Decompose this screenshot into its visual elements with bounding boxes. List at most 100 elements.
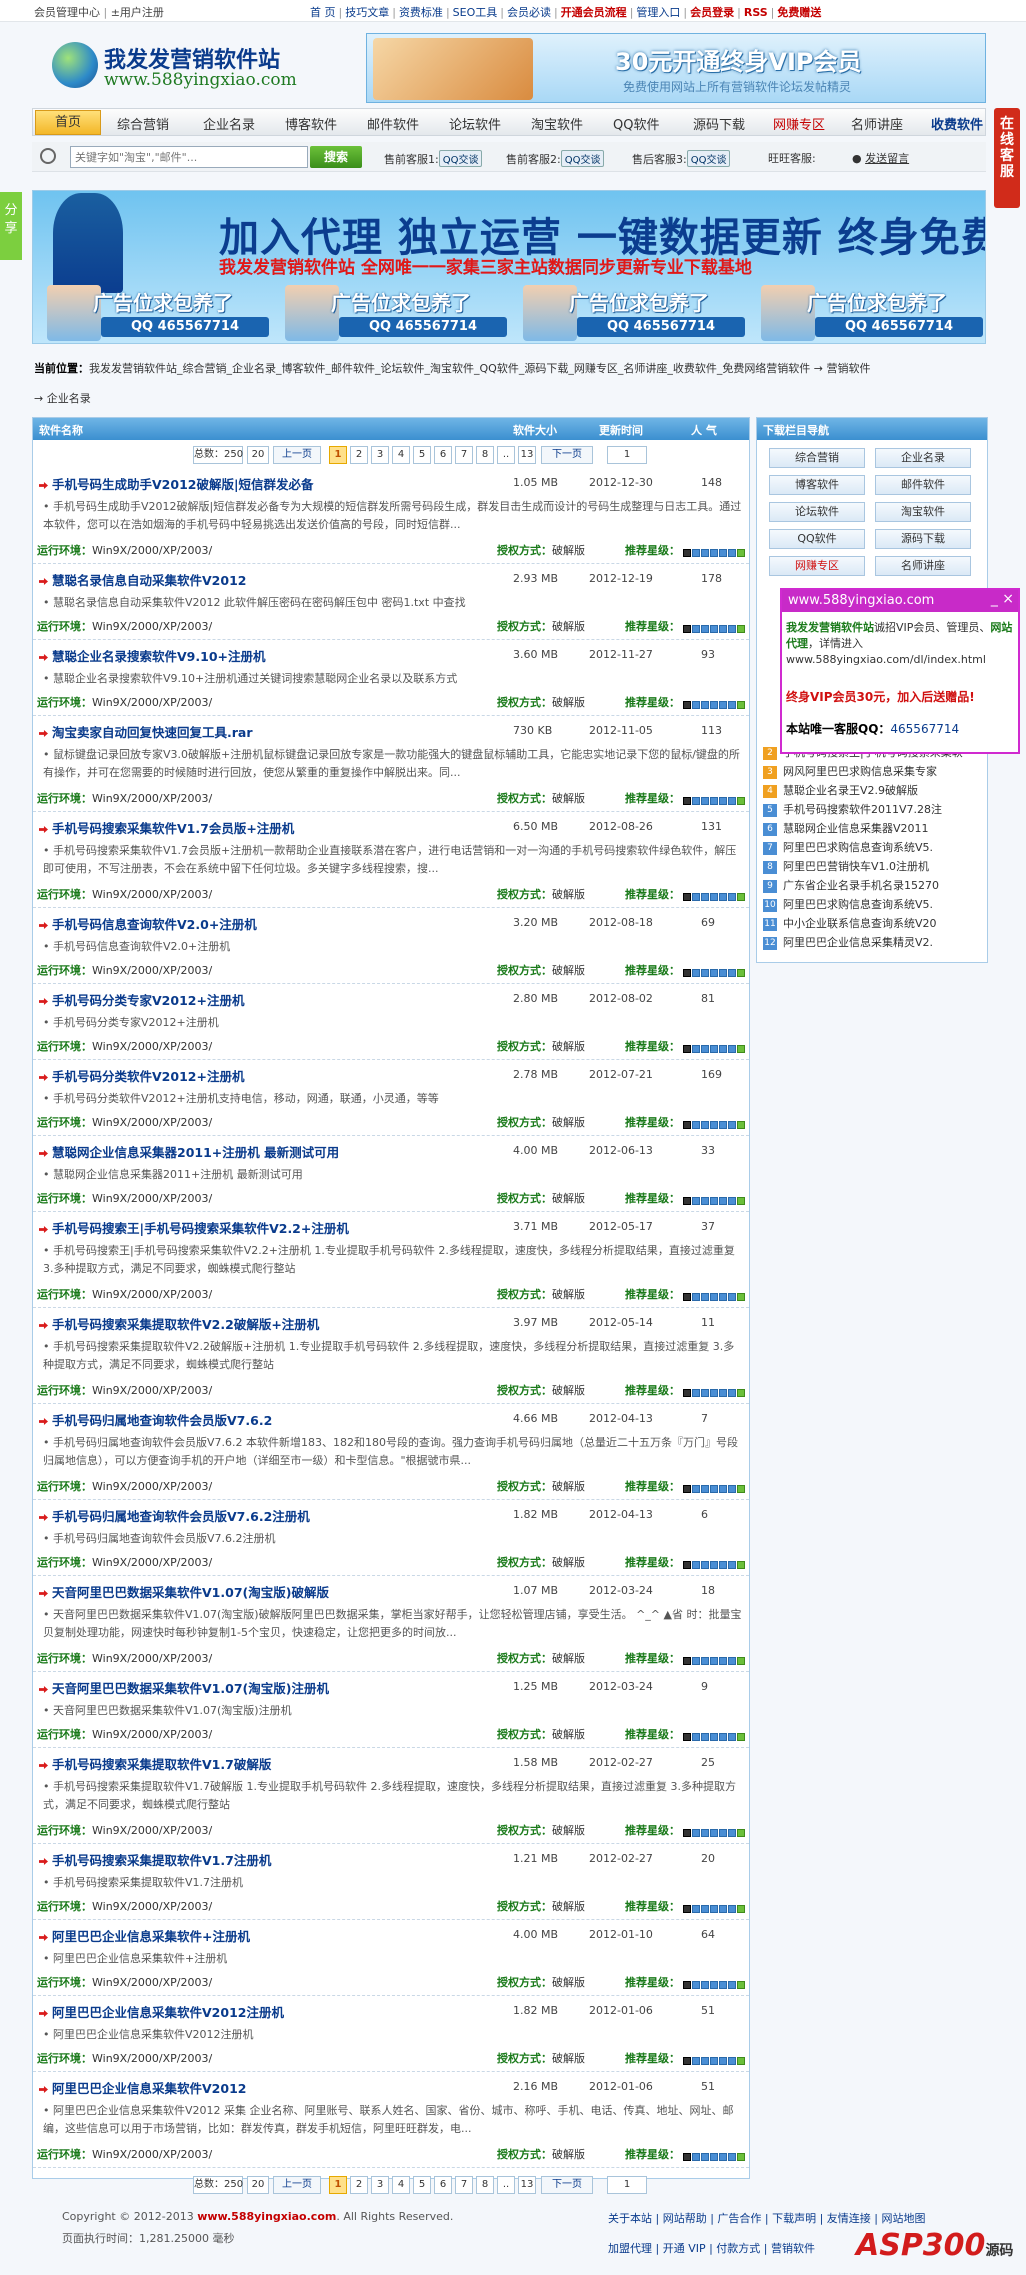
pager-prev[interactable]: 上一页: [273, 446, 321, 464]
software-title-link[interactable]: 阿里巴巴企业信息采集软件+注册机: [39, 1926, 250, 1945]
software-title-link[interactable]: 手机号码搜索采集提取软件V1.7注册机: [39, 1850, 271, 1869]
sidebar-category[interactable]: 源码下载: [875, 529, 971, 549]
footer-links-2[interactable]: 加盟代理 | 开通 VIP | 付款方式 | 营销软件: [608, 2240, 815, 2256]
ranking-item[interactable]: 4 慧聪企业名录王V2.9破解版: [763, 782, 983, 800]
software-title-link[interactable]: 手机号码分类软件V2012+注册机: [39, 1066, 244, 1085]
nav-item[interactable]: 博客软件: [285, 114, 337, 133]
software-title-link[interactable]: 手机号码归属地查询软件会员版V7.6.2注册机: [39, 1506, 310, 1525]
ranking-item[interactable]: 8 阿里巴巴营销快车V1.0注册机: [763, 858, 983, 876]
nav-item[interactable]: QQ软件: [613, 114, 659, 133]
pager-page[interactable]: 6: [434, 446, 452, 464]
pager-page[interactable]: 1: [329, 446, 347, 464]
ad-slot[interactable]: 广告位求包养了 QQ 465567714: [757, 283, 985, 341]
site-logo[interactable]: 我发发营销软件站 www.588yingxiao.com: [48, 36, 348, 100]
sidebar-category[interactable]: 名师讲座: [875, 556, 971, 576]
software-title-link[interactable]: 手机号码归属地查询软件会员版V7.6.2: [39, 1410, 272, 1429]
pager-page[interactable]: 7: [455, 446, 473, 464]
rating-stars: [683, 1730, 747, 1741]
vip-banner[interactable]: 30元开通终身VIP会员 免费使用网站上所有营销软件论坛发帖精灵: [366, 33, 986, 103]
search-button[interactable]: 搜索: [310, 146, 362, 168]
nav-item[interactable]: 企业名录: [203, 114, 255, 133]
pager-page[interactable]: 13: [518, 446, 536, 464]
pager-page[interactable]: 2: [350, 446, 368, 464]
pager-page[interactable]: 5: [413, 446, 431, 464]
nav-item[interactable]: 邮件软件: [367, 114, 419, 133]
ranking-item[interactable]: 7 阿里巴巴求购信息查询系统V5.: [763, 839, 983, 857]
breadcrumb-path[interactable]: 我发发营销软件站_综合营销_企业名录_博客软件_邮件软件_论坛软件_淘宝软件_Q…: [89, 362, 871, 375]
sidebar-category[interactable]: 博客软件: [769, 475, 865, 495]
top-link[interactable]: SEO工具: [453, 6, 498, 19]
rating-star-icon: [710, 797, 718, 805]
pager-page[interactable]: 4: [392, 446, 410, 464]
member-center-link[interactable]: 会员管理中心: [34, 6, 100, 19]
nav-item[interactable]: 淘宝软件: [531, 114, 583, 133]
search-input[interactable]: [70, 146, 308, 168]
sidebar-category[interactable]: 邮件软件: [875, 475, 971, 495]
rank-number: 5: [763, 803, 777, 817]
pager-per[interactable]: 20: [247, 446, 269, 464]
software-title-link[interactable]: 淘宝卖家自动回复快速回复工具.rar: [39, 722, 253, 741]
ad-slot[interactable]: 广告位求包养了 QQ 465567714: [43, 283, 273, 341]
pager-page[interactable]: 3: [371, 446, 389, 464]
sidebar-category[interactable]: 企业名录: [875, 448, 971, 468]
sidebar-category[interactable]: 综合营销: [769, 448, 865, 468]
nav-item[interactable]: 名师讲座: [851, 114, 903, 133]
ranking-item[interactable]: 10 阿里巴巴求购信息查询系统V5.: [763, 896, 983, 914]
top-link[interactable]: 技巧文章: [345, 6, 389, 19]
top-link[interactable]: RSS: [744, 6, 768, 19]
ad-slot[interactable]: 广告位求包养了 QQ 465567714: [281, 283, 511, 341]
nav-item[interactable]: 综合营销: [117, 114, 169, 133]
agent-ad-banner[interactable]: 加入代理 独立运营 一键数据更新 终身免费 我发发营销软件站 全网唯一一家集三家…: [32, 190, 986, 344]
nav-item[interactable]: 论坛软件: [449, 114, 501, 133]
qq-chat-button[interactable]: QQ交谈: [438, 150, 483, 167]
software-title-link[interactable]: 手机号码搜索采集提取软件V1.7破解版: [39, 1754, 271, 1773]
ad-slot[interactable]: 广告位求包养了 QQ 465567714: [519, 283, 749, 341]
top-link[interactable]: 管理入口: [636, 6, 680, 19]
qq-chat-button[interactable]: QQ交谈: [560, 150, 605, 167]
top-link[interactable]: 首 页: [310, 6, 336, 19]
register-link[interactable]: ±用户注册: [111, 6, 164, 19]
software-title-link[interactable]: 天音阿里巴巴数据采集软件V1.07(淘宝版)注册机: [39, 1678, 329, 1697]
software-title-link[interactable]: 慧聪名录信息自动采集软件V2012: [39, 570, 246, 589]
pager-goto[interactable]: 1: [607, 446, 647, 464]
sidebar-category[interactable]: 网赚专区: [769, 556, 865, 576]
top-link[interactable]: 免费赠送: [777, 6, 821, 19]
online-service-float[interactable]: 在线客服: [994, 108, 1020, 208]
nav-item[interactable]: 源码下载: [693, 114, 745, 133]
popup-close-icon[interactable]: _ ×: [991, 591, 1014, 607]
footer-links[interactable]: 关于本站 | 网站帮助 | 广告合作 | 下载声明 | 友情连接 | 网站地图: [608, 2210, 926, 2226]
ranking-item[interactable]: 3 网风阿里巴巴求购信息采集专家: [763, 763, 983, 781]
qq-chat-button[interactable]: QQ交谈: [686, 150, 731, 167]
ranking-item[interactable]: 6 慧聪网企业信息采集器V2011: [763, 820, 983, 838]
software-title-link[interactable]: 手机号码搜索采集软件V1.7会员版+注册机: [39, 818, 294, 837]
nav-item[interactable]: 网赚专区: [773, 114, 825, 133]
ranking-item[interactable]: 9 广东省企业名录手机名录15270: [763, 877, 983, 895]
nav-item[interactable]: 收费软件: [931, 114, 983, 133]
software-title-link[interactable]: 手机号码搜索王|手机号码搜索采集软件V2.2+注册机: [39, 1218, 349, 1237]
leave-message[interactable]: ● 发送留言: [852, 150, 909, 166]
software-title-link[interactable]: 手机号码搜索采集提取软件V2.2破解版+注册机: [39, 1314, 319, 1333]
software-title-link[interactable]: 天音阿里巴巴数据采集软件V1.07(淘宝版)破解版: [39, 1582, 329, 1601]
ranking-item[interactable]: 5 手机号码搜索软件2011V7.28注: [763, 801, 983, 819]
share-tab[interactable]: 分享: [0, 192, 22, 260]
pager-next[interactable]: 下一页: [541, 446, 593, 464]
top-link[interactable]: 开通会员流程: [561, 6, 627, 19]
ranking-item[interactable]: 11 中小企业联系信息查询系统V20: [763, 915, 983, 933]
software-title-link[interactable]: 阿里巴巴企业信息采集软件V2012: [39, 2078, 246, 2097]
pager-page[interactable]: 8: [476, 446, 494, 464]
sidebar-category[interactable]: 淘宝软件: [875, 502, 971, 522]
nav-item-home[interactable]: 首页: [35, 110, 101, 135]
sidebar-category[interactable]: 论坛软件: [769, 502, 865, 522]
software-title-link[interactable]: 阿里巴巴企业信息采集软件V2012注册机: [39, 2002, 284, 2021]
top-link[interactable]: 资费标准: [399, 6, 443, 19]
software-title-link[interactable]: 慧聪企业名录搜索软件V9.10+注册机: [39, 646, 266, 665]
ranking-item[interactable]: 12 阿里巴巴企业信息采集精灵V2.: [763, 934, 983, 952]
software-title-link[interactable]: 手机号码分类专家V2012+注册机: [39, 990, 244, 1009]
sidebar-category[interactable]: QQ软件: [769, 529, 865, 549]
software-title-link[interactable]: 慧聪网企业信息采集器2011+注册机 最新测试可用: [39, 1142, 339, 1161]
software-title-link[interactable]: 手机号码生成助手V2012破解版|短信群发必备: [39, 474, 314, 493]
breadcrumb-leaf[interactable]: → 企业名录: [34, 392, 91, 405]
top-link[interactable]: 会员必读: [507, 6, 551, 19]
top-link[interactable]: 会员登录: [690, 6, 734, 19]
software-title-link[interactable]: 手机号码信息查询软件V2.0+注册机: [39, 914, 257, 933]
